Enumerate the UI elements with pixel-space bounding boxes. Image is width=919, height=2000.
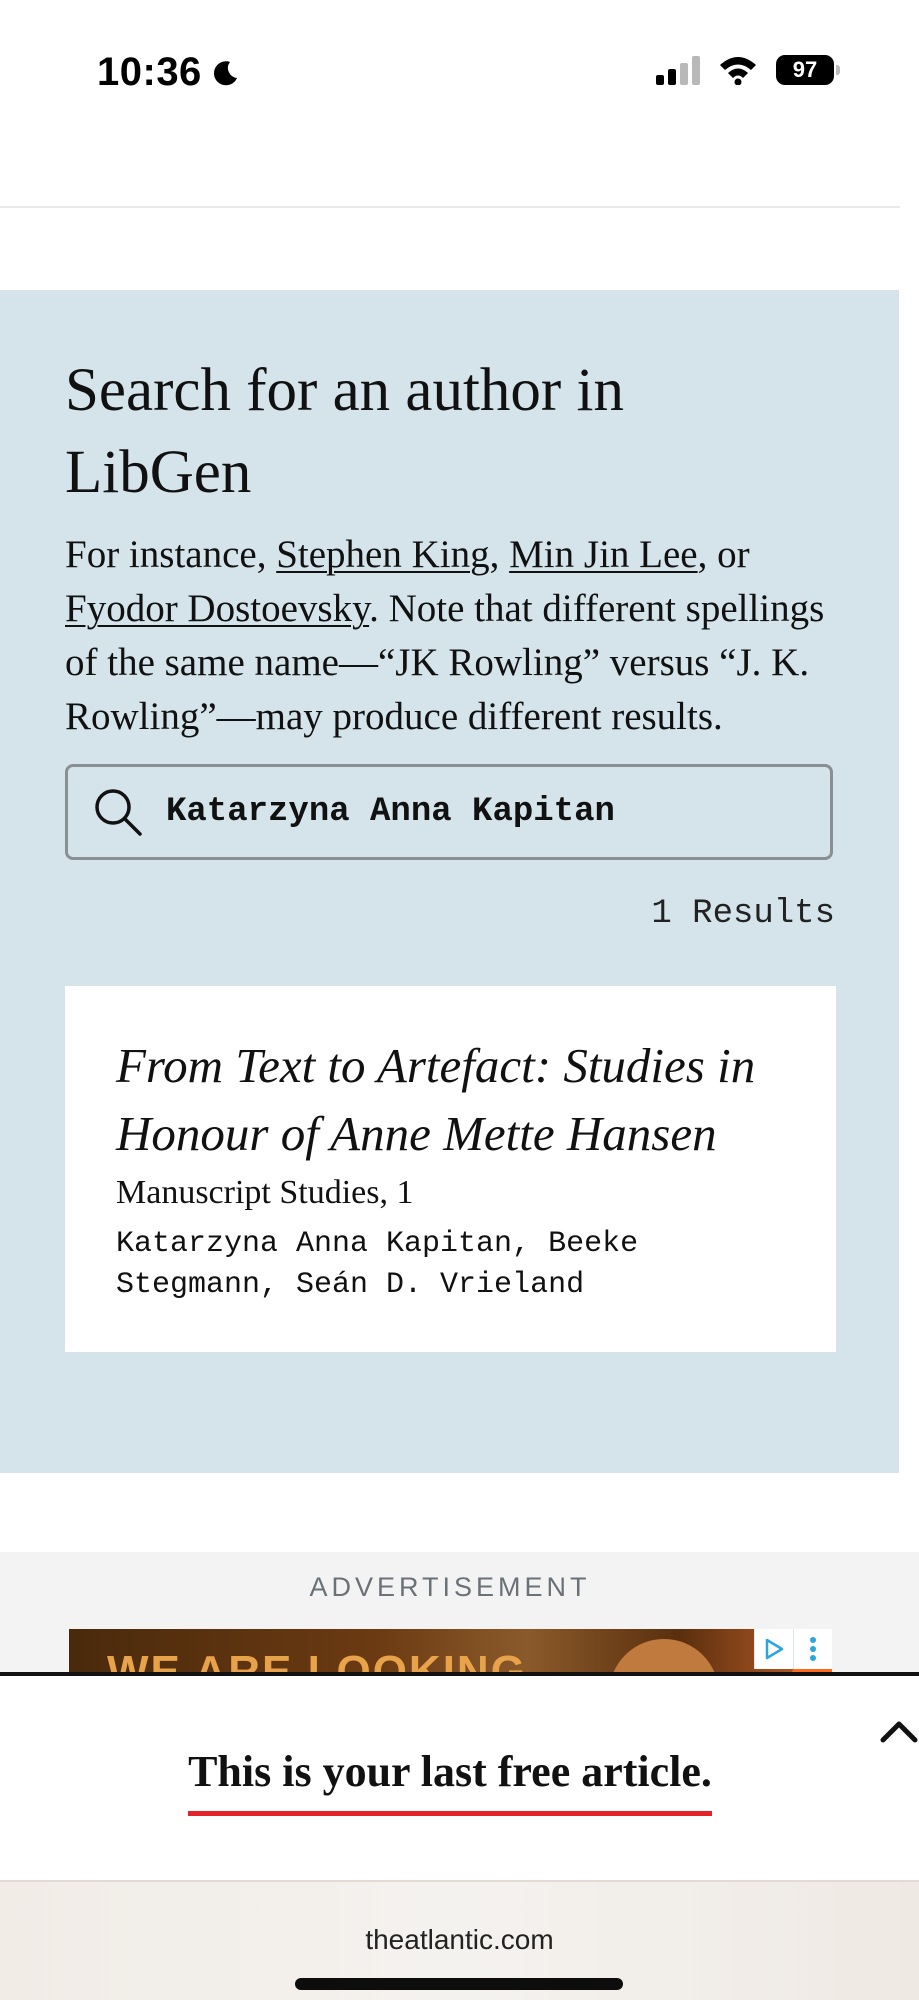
result-card[interactable]: From Text to Artefact: Studies in Honour… bbox=[65, 986, 836, 1352]
chevron-up-icon[interactable] bbox=[879, 1716, 919, 1746]
status-time: 10:36 bbox=[97, 50, 202, 94]
moon-icon bbox=[213, 60, 237, 85]
book-title[interactable]: From Text to Artefact: Studies in Honour… bbox=[116, 1032, 796, 1168]
top-divider bbox=[0, 206, 900, 208]
book-series: Manuscript Studies, 1 bbox=[116, 1174, 414, 1211]
signal-icon bbox=[656, 56, 700, 85]
advertisement-section: ADVERTISEMENT WE ARE LOOKING bbox=[0, 1552, 919, 1676]
example-link-fyodor-dostoevsky[interactable]: Fyodor Dostoevsky bbox=[65, 587, 369, 630]
wifi-icon bbox=[720, 57, 756, 85]
paywall-message: This is your last free article. bbox=[188, 1746, 712, 1816]
battery-icon: 97 bbox=[776, 55, 840, 85]
address-bar[interactable]: theatlantic.com bbox=[0, 1924, 919, 1956]
ad-choices bbox=[754, 1629, 832, 1669]
book-authors: Katarzyna Anna Kapitan, Beeke Stegmann, … bbox=[116, 1227, 639, 1302]
paywall-message-wrap: This is your last free article. bbox=[0, 1746, 900, 1816]
ad-image bbox=[609, 1639, 719, 1676]
example-link-stephen-king[interactable]: Stephen King bbox=[276, 533, 489, 576]
browser-bottom-bar: theatlantic.com bbox=[0, 1880, 919, 2000]
search-icon bbox=[95, 789, 142, 836]
vertical-dots-icon bbox=[810, 1637, 816, 1661]
panel-title: Search for an author in LibGen bbox=[65, 357, 624, 506]
home-indicator[interactable] bbox=[295, 1978, 623, 1990]
status-bar: 10:36 97 bbox=[0, 0, 919, 150]
author-search-input[interactable] bbox=[164, 792, 808, 832]
search-box[interactable] bbox=[65, 764, 833, 860]
ad-banner[interactable]: WE ARE LOOKING bbox=[69, 1629, 832, 1676]
status-time-group: 10:36 bbox=[97, 50, 240, 95]
ad-label: ADVERTISEMENT bbox=[309, 1572, 591, 1602]
adchoices-icon[interactable] bbox=[754, 1629, 793, 1669]
desc-sep2: , or bbox=[697, 533, 750, 576]
desc-prefix: For instance, bbox=[65, 533, 277, 576]
panel-description: For instance, Stephen King, Min Jin Lee,… bbox=[65, 528, 855, 744]
status-icons: 97 bbox=[654, 55, 840, 85]
author-search-panel: Search for an author in LibGen For insta… bbox=[0, 290, 899, 1473]
battery-level: 97 bbox=[792, 57, 818, 82]
adchoices-play-icon bbox=[765, 1638, 784, 1660]
result-count: 1 Results bbox=[651, 895, 835, 933]
desc-sep1: , bbox=[489, 533, 510, 576]
paywall-drawer: This is your last free article. bbox=[0, 1672, 919, 1886]
example-link-min-jin-lee[interactable]: Min Jin Lee bbox=[509, 533, 697, 576]
ad-menu-icon[interactable] bbox=[793, 1629, 832, 1669]
